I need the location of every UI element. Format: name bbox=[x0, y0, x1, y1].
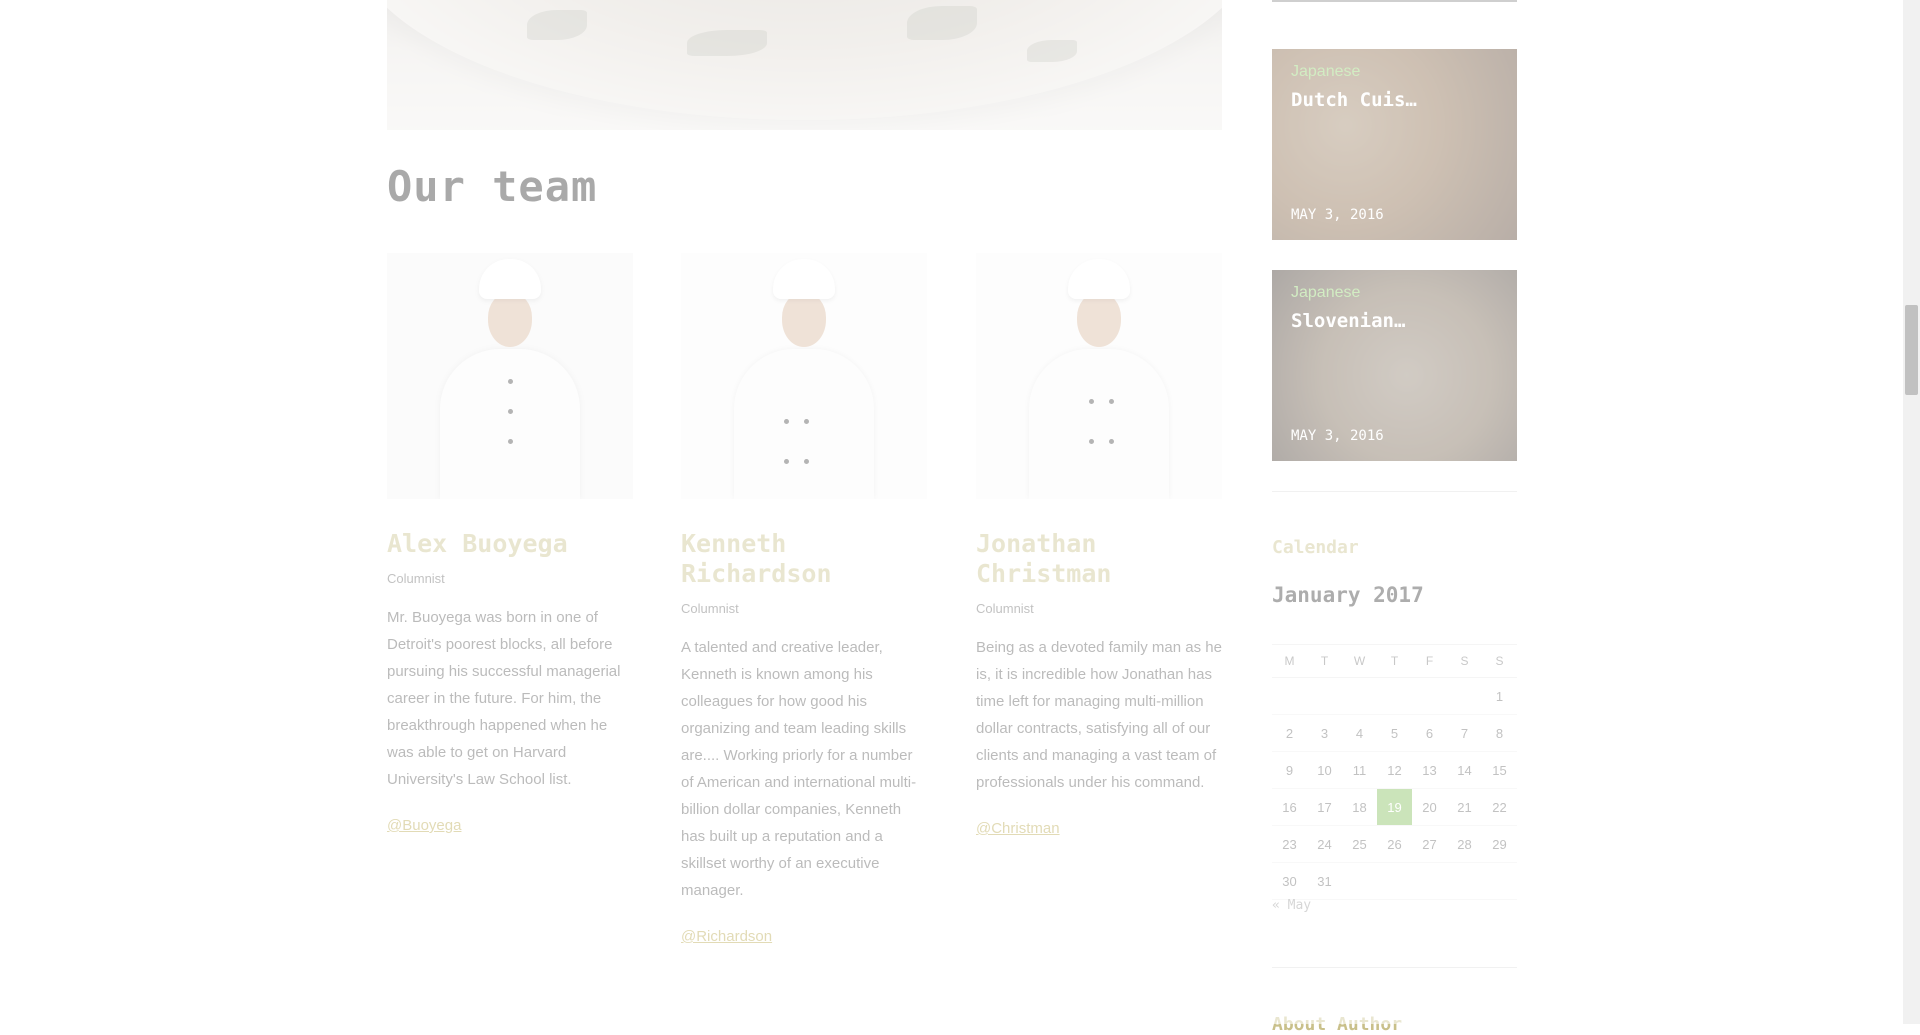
calendar-day bbox=[1377, 677, 1412, 715]
calendar-day bbox=[1307, 677, 1342, 715]
sidebar-post-card[interactable]: Japanese Slovenian… MAY 3, 2016 bbox=[1272, 270, 1517, 461]
section-title: Our team bbox=[387, 162, 598, 211]
calendar-day bbox=[1342, 677, 1377, 715]
calendar-day: 22 bbox=[1482, 788, 1517, 826]
calendar-day: 31 bbox=[1307, 862, 1342, 900]
calendar-day: 26 bbox=[1377, 825, 1412, 863]
about-author-heading: About Author bbox=[1272, 1014, 1403, 1035]
calendar-weekday: S bbox=[1447, 644, 1482, 678]
calendar-day: 18 bbox=[1342, 788, 1377, 826]
team-member-photo bbox=[681, 253, 927, 499]
calendar-day: 25 bbox=[1342, 825, 1377, 863]
calendar-weekday: F bbox=[1412, 644, 1447, 678]
sidebar-top-rule bbox=[1272, 0, 1517, 2]
team-member-role: Columnist bbox=[387, 571, 445, 586]
team-member-name: Alex Buoyega bbox=[387, 529, 568, 558]
team-member-name: Kenneth Richardson bbox=[681, 529, 832, 588]
calendar-day bbox=[1342, 862, 1377, 900]
post-date: MAY 3, 2016 bbox=[1291, 428, 1384, 444]
calendar-day: 24 bbox=[1307, 825, 1342, 863]
calendar-day: 2 bbox=[1272, 714, 1307, 752]
calendar-weekday: M bbox=[1272, 644, 1307, 678]
post-title[interactable]: Dutch Cuis… bbox=[1291, 89, 1417, 111]
team-member-card: Alex Buoyega Columnist Mr. Buoyega was b… bbox=[387, 253, 633, 835]
calendar-day bbox=[1447, 862, 1482, 900]
calendar-day: 16 bbox=[1272, 788, 1307, 826]
team-member-handle-link[interactable]: @Christman bbox=[976, 820, 1060, 837]
calendar-heading: Calendar bbox=[1272, 537, 1359, 558]
calendar-day: 20 bbox=[1412, 788, 1447, 826]
team-member-bio: Mr. Buoyega was born in one of Detroit's… bbox=[387, 609, 621, 788]
calendar-day: 5 bbox=[1377, 714, 1412, 752]
team-member-card: Kenneth Richardson Columnist A talented … bbox=[681, 253, 927, 946]
sidebar-divider bbox=[1272, 967, 1517, 968]
calendar-day: 10 bbox=[1307, 751, 1342, 789]
calendar-weekday: T bbox=[1307, 644, 1342, 678]
calendar-day: 19 bbox=[1377, 788, 1412, 826]
calendar-day bbox=[1272, 677, 1307, 715]
calendar-day: 17 bbox=[1307, 788, 1342, 826]
calendar-day: 13 bbox=[1412, 751, 1447, 789]
team-member-handle-link[interactable]: @Richardson bbox=[681, 928, 772, 945]
calendar-day: 29 bbox=[1482, 825, 1517, 863]
team-member-photo bbox=[387, 253, 633, 499]
calendar-day bbox=[1377, 862, 1412, 900]
calendar-day: 15 bbox=[1482, 751, 1517, 789]
calendar-day: 8 bbox=[1482, 714, 1517, 752]
calendar-day: 6 bbox=[1412, 714, 1447, 752]
team-member-role: Columnist bbox=[681, 601, 739, 616]
vertical-scrollbar[interactable] bbox=[1903, 0, 1920, 1024]
team-member-photo bbox=[976, 253, 1222, 499]
calendar-day: 4 bbox=[1342, 714, 1377, 752]
post-title[interactable]: Slovenian… bbox=[1291, 310, 1405, 332]
sidebar-divider bbox=[1272, 491, 1517, 492]
featured-image bbox=[387, 0, 1222, 130]
team-member-name: Jonathan Christman bbox=[976, 529, 1112, 588]
calendar-day: 14 bbox=[1447, 751, 1482, 789]
calendar-day: 7 bbox=[1447, 714, 1482, 752]
calendar-day: 9 bbox=[1272, 751, 1307, 789]
calendar-day bbox=[1482, 862, 1517, 900]
calendar-weekday: W bbox=[1342, 644, 1377, 678]
calendar-day: 27 bbox=[1412, 825, 1447, 863]
calendar-month: January 2017 bbox=[1272, 583, 1424, 607]
sidebar-post-card[interactable]: Japanese Dutch Cuis… MAY 3, 2016 bbox=[1272, 49, 1517, 240]
calendar-day: 28 bbox=[1447, 825, 1482, 863]
post-category[interactable]: Japanese bbox=[1291, 63, 1360, 81]
calendar-weekday: S bbox=[1482, 644, 1517, 678]
calendar-table: MTWTFSS 1 2 3 4 5 6 7 8 9 10 11 12 13 14 15 16 17 18 19 20 2… bbox=[1272, 644, 1517, 900]
team-member-card: Jonathan Christman Columnist Being as a … bbox=[976, 253, 1222, 838]
team-member-bio: A talented and creative leader, Kenneth … bbox=[681, 639, 917, 899]
calendar-day: 1 bbox=[1482, 677, 1517, 715]
fade-overlay bbox=[0, 0, 1920, 1024]
calendar-weekday: T bbox=[1377, 644, 1412, 678]
calendar-day bbox=[1412, 862, 1447, 900]
calendar-day: 11 bbox=[1342, 751, 1377, 789]
post-date: MAY 3, 2016 bbox=[1291, 207, 1384, 223]
calendar-day: 3 bbox=[1307, 714, 1342, 752]
team-member-handle-link[interactable]: @Buoyega bbox=[387, 817, 461, 834]
calendar-prev-link[interactable]: « May bbox=[1272, 898, 1311, 913]
calendar-day: 30 bbox=[1272, 862, 1307, 900]
calendar-day: 23 bbox=[1272, 825, 1307, 863]
team-member-bio: Being as a devoted family man as he is, … bbox=[976, 639, 1222, 791]
calendar-day: 21 bbox=[1447, 788, 1482, 826]
calendar-day bbox=[1412, 677, 1447, 715]
calendar-day bbox=[1447, 677, 1482, 715]
scrollbar-thumb[interactable] bbox=[1905, 305, 1918, 395]
team-member-role: Columnist bbox=[976, 601, 1034, 616]
calendar-day: 12 bbox=[1377, 751, 1412, 789]
post-category[interactable]: Japanese bbox=[1291, 284, 1360, 302]
